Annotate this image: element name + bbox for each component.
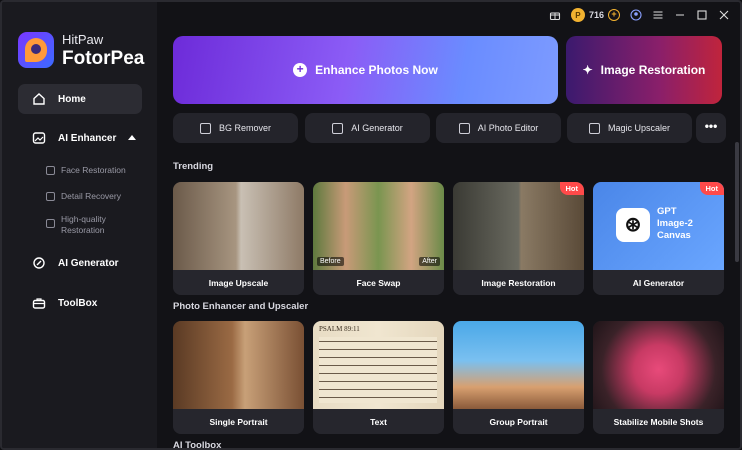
detail-icon [46, 192, 55, 201]
card-image-upscale[interactable]: Image Upscale [173, 182, 304, 295]
card-text[interactable]: PSALM 89:11 Text [313, 321, 444, 434]
card-thumbnail: Before After [313, 182, 444, 270]
after-tag: After [419, 257, 440, 266]
title-bar: P 716 + [549, 8, 730, 22]
enhance-photos-button[interactable]: + Enhance Photos Now [173, 36, 558, 104]
card-label: AI Generator [593, 270, 724, 295]
card-thumbnail [453, 321, 584, 409]
sidebar-subitem-label: High-quality [61, 214, 106, 224]
chevron-up-icon[interactable] [128, 135, 136, 140]
sidebar: HitPaw FotorPea Home AI Enhancer Face Re… [2, 2, 157, 448]
overlay-text-line2: Image-2 [657, 218, 693, 229]
app-logo [18, 32, 54, 68]
sidebar-subitem-label-line2: Restoration [61, 225, 105, 235]
card-thumbnail: ⊛ GPT Image-2 Canvas [593, 182, 724, 270]
sidebar-item-label: Home [58, 93, 86, 105]
sidebar-item-ai-enhancer[interactable]: AI Enhancer [18, 123, 142, 153]
overlay-text-line1: GPT [657, 206, 677, 217]
sidebar-item-home[interactable]: Home [18, 84, 142, 114]
card-image-restoration[interactable]: Hot Image Restoration [453, 182, 584, 295]
sidebar-item-label: AI Enhancer [58, 132, 117, 144]
add-credits-icon[interactable]: + [608, 9, 620, 21]
coin-icon: P [570, 8, 585, 22]
credits-count: 716 [588, 10, 604, 20]
magic-upscaler-button[interactable]: Magic Upscaler [567, 113, 692, 143]
sidebar-item-label: ToolBox [58, 297, 98, 309]
photo-editor-icon [458, 122, 470, 134]
document-title: PSALM 89:11 [319, 325, 360, 333]
brand-line1: HitPaw [62, 32, 104, 47]
card-label: Group Portrait [453, 409, 584, 434]
upscaler-icon [588, 122, 600, 134]
face-icon [46, 166, 55, 175]
tool-label: AI Generator [351, 123, 403, 133]
menu-icon[interactable] [652, 9, 664, 21]
card-face-swap[interactable]: Before After Face Swap [313, 182, 444, 295]
sidebar-item-label: AI Generator [58, 257, 119, 269]
card-thumbnail [453, 182, 584, 270]
maximize-icon[interactable] [696, 9, 708, 21]
tool-label: Magic Upscaler [607, 123, 671, 133]
image-restoration-button[interactable]: ✦ Image Restoration [566, 36, 722, 104]
sidebar-subitem-face-restoration[interactable]: Face Restoration [46, 165, 126, 175]
hot-badge: Hot [699, 182, 724, 195]
account-icon[interactable] [630, 9, 642, 21]
card-thumbnail [173, 182, 304, 270]
enhancer-icon [32, 132, 46, 144]
ai-generator-tool-button[interactable]: AI Generator [305, 113, 430, 143]
more-tools-button[interactable]: ••• [696, 113, 726, 143]
card-label: Image Upscale [173, 270, 304, 295]
sidebar-subitem-high-quality-restoration[interactable]: High-quality Restoration [46, 214, 106, 236]
section-title-trending: Trending [173, 161, 214, 172]
tool-label: BG Remover [218, 123, 271, 133]
generator-icon [33, 257, 45, 269]
card-label: Stabilize Mobile Shots [593, 409, 724, 434]
sidebar-subitem-label: Face Restoration [61, 165, 126, 175]
ai-generator-icon [332, 122, 344, 134]
credits-display[interactable]: P 716 + [570, 8, 620, 22]
sidebar-item-ai-generator[interactable]: AI Generator [18, 248, 142, 278]
gift-icon[interactable] [549, 9, 561, 21]
enhance-photos-label: Enhance Photos Now [315, 63, 438, 77]
sidebar-subitem-detail-recovery[interactable]: Detail Recovery [46, 191, 121, 201]
app-window: HitPaw FotorPea Home AI Enhancer Face Re… [0, 0, 742, 450]
card-group-portrait[interactable]: Group Portrait [453, 321, 584, 434]
sidebar-subitem-label: Detail Recovery [61, 191, 121, 201]
openai-logo-icon: ⊛ [616, 208, 650, 242]
section-title-photo-enhancer: Photo Enhancer and Upscaler [173, 301, 309, 312]
magic-wand-icon: ✦ [582, 63, 593, 77]
card-thumbnail [173, 321, 304, 409]
close-icon[interactable] [718, 9, 730, 21]
sidebar-item-toolbox[interactable]: ToolBox [18, 288, 142, 318]
brand-line2: FotorPea [62, 48, 145, 69]
card-label: Image Restoration [453, 270, 584, 295]
ai-photo-editor-button[interactable]: AI Photo Editor [436, 113, 561, 143]
document-lines [319, 337, 437, 403]
card-label: Single Portrait [173, 409, 304, 434]
restoration-icon [46, 219, 55, 228]
toolbox-icon [32, 298, 46, 309]
tool-label: AI Photo Editor [477, 123, 539, 133]
image-restoration-label: Image Restoration [600, 63, 706, 77]
before-tag: Before [317, 257, 344, 266]
card-single-portrait[interactable]: Single Portrait [173, 321, 304, 434]
minimize-icon[interactable] [674, 9, 686, 21]
overlay-text-line3: Canvas [657, 230, 691, 241]
card-label: Text [313, 409, 444, 434]
bg-remover-icon [199, 122, 211, 134]
bg-remover-button[interactable]: BG Remover [173, 113, 298, 143]
section-title-ai-toolbox: AI Toolbox [173, 440, 222, 450]
plus-icon: + [293, 63, 308, 77]
card-thumbnail: PSALM 89:11 [313, 321, 444, 409]
card-ai-generator[interactable]: ⊛ GPT Image-2 Canvas Hot AI Generator [593, 182, 724, 295]
scrollbar-thumb[interactable] [735, 142, 739, 262]
card-thumbnail [593, 321, 724, 409]
card-label: Face Swap [313, 270, 444, 295]
hot-badge: Hot [559, 182, 584, 195]
home-icon [33, 93, 45, 105]
card-stabilize-mobile-shots[interactable]: Stabilize Mobile Shots [593, 321, 724, 434]
